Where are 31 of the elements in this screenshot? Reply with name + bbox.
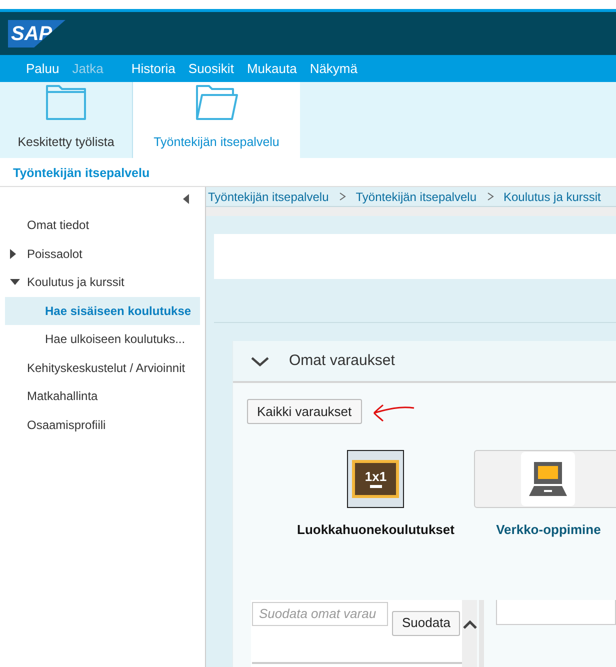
sidebar-item[interactable]: Koulutus ja kurssit	[0, 268, 200, 296]
tile-label[interactable]: Verkko-oppimine	[496, 520, 601, 540]
expanded-icon	[10, 279, 20, 286]
category-tile[interactable]: 1x1	[347, 450, 404, 508]
chevron-icon[interactable]	[251, 356, 269, 366]
breadcrumb-link[interactable]: Koulutus ja kurssit	[504, 188, 601, 206]
board-text: 1x1	[364, 470, 387, 483]
sidebar-item[interactable]: Osaamisprofiili	[0, 410, 200, 439]
tile-label[interactable]: Luokkahuonekoulutukset	[297, 520, 454, 540]
separator-icon	[338, 192, 346, 201]
filter-button[interactable]: Suodata	[392, 610, 460, 636]
sidebar-item[interactable]: Kehityskeskustelut / Arvioinnit	[0, 354, 200, 382]
breadcrumb-link[interactable]: Työntekijän itsepalvelu	[208, 188, 329, 206]
scroll-up-icon[interactable]	[462, 620, 477, 628]
sidebar-item[interactable]: Hae ulkoiseen koulutuks...	[0, 325, 200, 354]
category-tile[interactable]	[474, 450, 616, 508]
sidebar-item[interactable]: Omat tiedot	[0, 211, 200, 240]
panel-title: Omat varaukset	[289, 350, 395, 371]
collapse-icon[interactable]	[183, 194, 189, 204]
collapsed-icon	[10, 248, 16, 259]
sidebar-item[interactable]: Hae sisäiseen koulutukse	[5, 296, 200, 325]
all-bookings-button[interactable]: Kaikki varaukset	[247, 399, 362, 424]
folder-icon	[45, 83, 87, 122]
sap-logo: SAP	[8, 20, 66, 48]
separator-icon	[486, 192, 494, 201]
tab[interactable]: Työntekijän itsepalvelu	[133, 82, 300, 158]
sidebar-item[interactable]: Poissaolot	[0, 240, 200, 268]
sidebar-item[interactable]: Matkahallinta	[0, 382, 200, 410]
open-folder-icon	[194, 83, 238, 122]
breadcrumb-link[interactable]: Työntekijän itsepalvelu	[356, 188, 476, 206]
filter-field[interactable]: Suodata omat varau	[252, 602, 388, 626]
